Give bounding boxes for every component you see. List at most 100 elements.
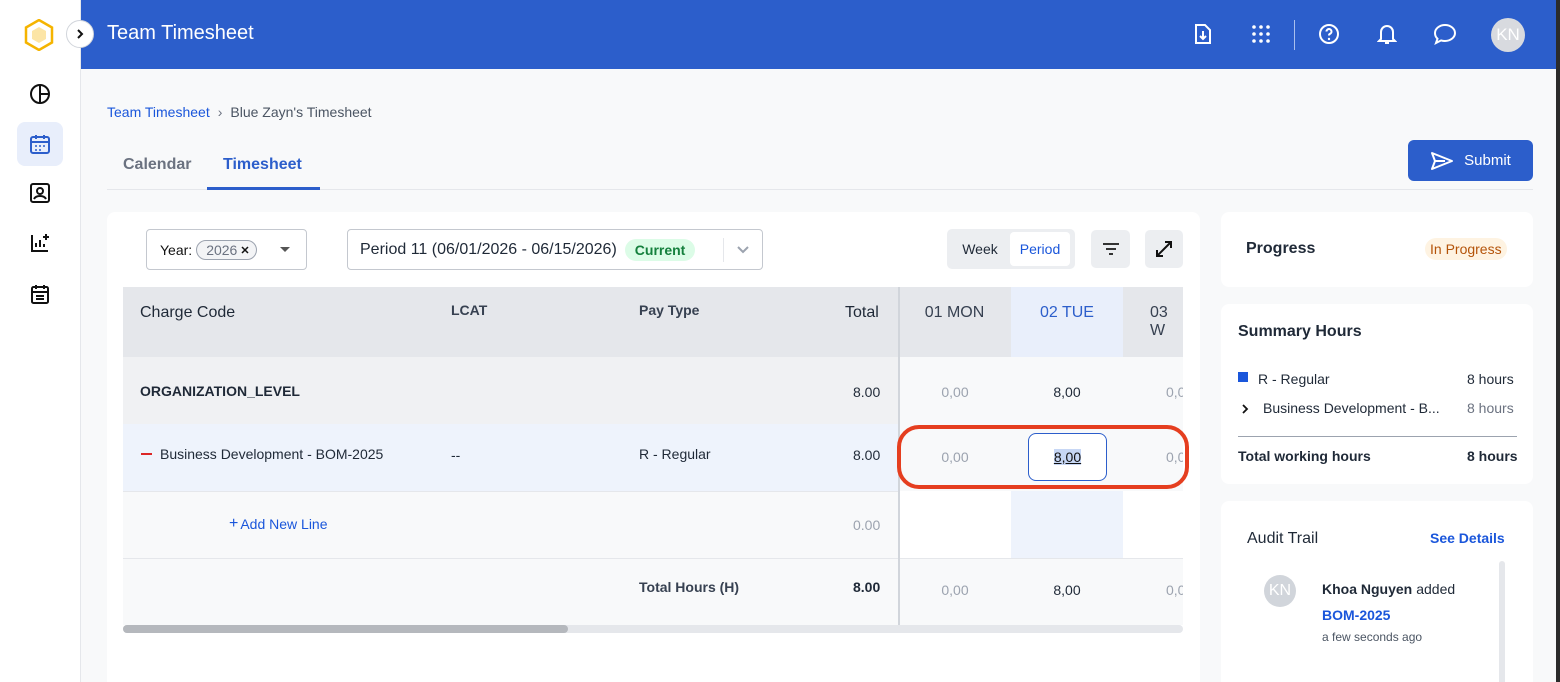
summary-total-label: Total working hours: [1238, 448, 1371, 464]
tab-calendar[interactable]: Calendar: [123, 156, 191, 174]
col-lcat: LCAT: [451, 302, 488, 318]
header-title: Team Timesheet: [107, 22, 254, 44]
chat-icon[interactable]: [1432, 21, 1458, 47]
add-row-day1-bg: [898, 491, 1011, 558]
col-pay-type: Pay Type: [639, 302, 700, 318]
summary-item-regular-label: R - Regular: [1258, 371, 1330, 387]
summary-divider: [1238, 436, 1517, 437]
audit-actor: Khoa Nguyen: [1322, 581, 1413, 597]
apps-grid-icon[interactable]: [1248, 21, 1274, 47]
progress-card: Progress In Progress: [1221, 212, 1533, 287]
summary-item-bd-value: 8 hours: [1467, 400, 1514, 416]
download-file-icon[interactable]: [1190, 21, 1216, 47]
sidebar-expand-button[interactable]: [66, 20, 94, 48]
year-select[interactable]: Year: 2026: [146, 229, 307, 270]
line-row-pay-type: R - Regular: [639, 446, 711, 462]
chevron-right-icon[interactable]: [1241, 403, 1249, 415]
progress-status-badge: In Progress: [1425, 238, 1507, 260]
totals-day-03: 0,0: [1166, 582, 1183, 598]
help-icon[interactable]: [1316, 21, 1342, 47]
year-chip-value: 2026: [206, 241, 238, 258]
horizontal-scrollbar-thumb[interactable]: [123, 625, 568, 633]
audit-scrollbar[interactable]: [1499, 561, 1505, 682]
year-chip: 2026: [196, 239, 258, 260]
totals-row-label: Total Hours (H): [639, 579, 740, 595]
summary-hours-card: Summary Hours R - Regular 8 hours Busine…: [1221, 304, 1533, 484]
active-tab-indicator: [207, 187, 320, 190]
tabs-divider: [107, 189, 1533, 190]
dropdown-caret-icon[interactable]: [279, 246, 291, 254]
summary-total-value: 8 hours: [1467, 448, 1518, 464]
grid-header-day2: [1011, 287, 1123, 357]
org-row-label: ORGANIZATION_LEVEL: [140, 383, 300, 399]
expand-arrows-icon: [1156, 241, 1172, 257]
filter-button[interactable]: [1091, 230, 1130, 268]
send-icon: [1431, 151, 1454, 170]
org-row-total: 8.00: [853, 384, 881, 400]
highlight-annotation: [897, 425, 1189, 489]
totals-row-total: 8.00: [853, 579, 881, 595]
tab-timesheet[interactable]: Timesheet: [223, 156, 302, 174]
org-day-02: 8,00: [1053, 384, 1081, 400]
add-new-line-label: Add New Line: [240, 516, 328, 532]
breadcrumb-separator: ›: [217, 104, 223, 120]
header-divider: [1294, 20, 1295, 50]
col-day-02: 02 TUE: [1040, 304, 1094, 321]
regular-legend-swatch: [1238, 372, 1248, 382]
line-row-lcat: --: [451, 447, 461, 463]
audit-trail-card: Audit Trail See Details KN Khoa Nguyen a…: [1221, 501, 1533, 682]
schedule-icon[interactable]: [17, 272, 63, 316]
line-row-charge-code: Business Development - BOM-2025: [160, 446, 384, 462]
view-week-button[interactable]: Week: [950, 232, 1010, 266]
remove-chip-icon[interactable]: [240, 245, 250, 255]
audit-entry-line: Khoa Nguyen added: [1322, 581, 1455, 597]
submit-button[interactable]: Submit: [1408, 140, 1533, 181]
see-details-link[interactable]: See Details: [1430, 530, 1505, 546]
col-charge-code: Charge Code: [140, 304, 236, 321]
fullscreen-button[interactable]: [1145, 230, 1183, 268]
add-new-line-button[interactable]: + Add New Line: [229, 515, 328, 533]
view-period-button[interactable]: Period: [1010, 232, 1070, 266]
period-value: Period 11 (06/01/2026 - 06/15/2026): [360, 240, 617, 258]
add-row-day2-bg: [1011, 491, 1123, 558]
collapse-minus-icon[interactable]: [141, 453, 152, 455]
window-edge: [1556, 0, 1560, 682]
col-day-01: 01 MON: [924, 304, 985, 321]
timesheet-calendar-icon[interactable]: [17, 122, 63, 166]
breadcrumb-parent-link[interactable]: Team Timesheet: [107, 104, 210, 120]
submit-label: Submit: [1464, 152, 1511, 169]
summary-item-bd-label[interactable]: Business Development - B...: [1263, 400, 1440, 416]
line-row-total: 8.00: [853, 447, 881, 463]
breadcrumb: Team Timesheet › Blue Zayn's Timesheet: [107, 104, 372, 120]
totals-day-01: 0,00: [941, 582, 969, 598]
audit-action: added: [1416, 581, 1456, 597]
audit-title: Audit Trail: [1247, 530, 1319, 547]
dashboard-icon[interactable]: [17, 72, 63, 116]
col-day-03: 03 W: [1150, 304, 1168, 339]
summary-title: Summary Hours: [1238, 323, 1362, 340]
add-row-total: 0.00: [853, 517, 881, 533]
progress-title: Progress: [1246, 240, 1316, 257]
view-toggle: Week Period: [947, 229, 1075, 269]
grid-header-day1: [898, 287, 1011, 357]
app-logo-icon[interactable]: [24, 18, 54, 52]
audit-target-link[interactable]: BOM-2025: [1322, 607, 1390, 623]
reports-chart-icon[interactable]: [17, 221, 63, 265]
chevron-down-icon[interactable]: [736, 245, 750, 255]
summary-item-regular-value: 8 hours: [1467, 371, 1514, 387]
period-select[interactable]: Period 11 (06/01/2026 - 06/15/2026) Curr…: [347, 229, 763, 270]
select-divider: [723, 238, 724, 262]
audit-time: a few seconds ago: [1322, 630, 1423, 644]
contact-card-icon[interactable]: [17, 171, 63, 215]
totals-row-bg: [123, 558, 898, 625]
user-avatar[interactable]: KN: [1491, 18, 1525, 52]
org-day-03: 0,0: [1166, 384, 1183, 400]
notifications-bell-icon[interactable]: [1374, 21, 1400, 47]
audit-avatar: KN: [1264, 575, 1296, 607]
sidebar: [0, 0, 81, 682]
top-header: Team Timesheet KN: [81, 0, 1560, 69]
breadcrumb-current: Blue Zayn's Timesheet: [230, 104, 372, 120]
add-row-day3-bg: [1123, 491, 1183, 558]
year-label: Year:: [160, 241, 193, 258]
col-total: Total: [845, 304, 879, 321]
